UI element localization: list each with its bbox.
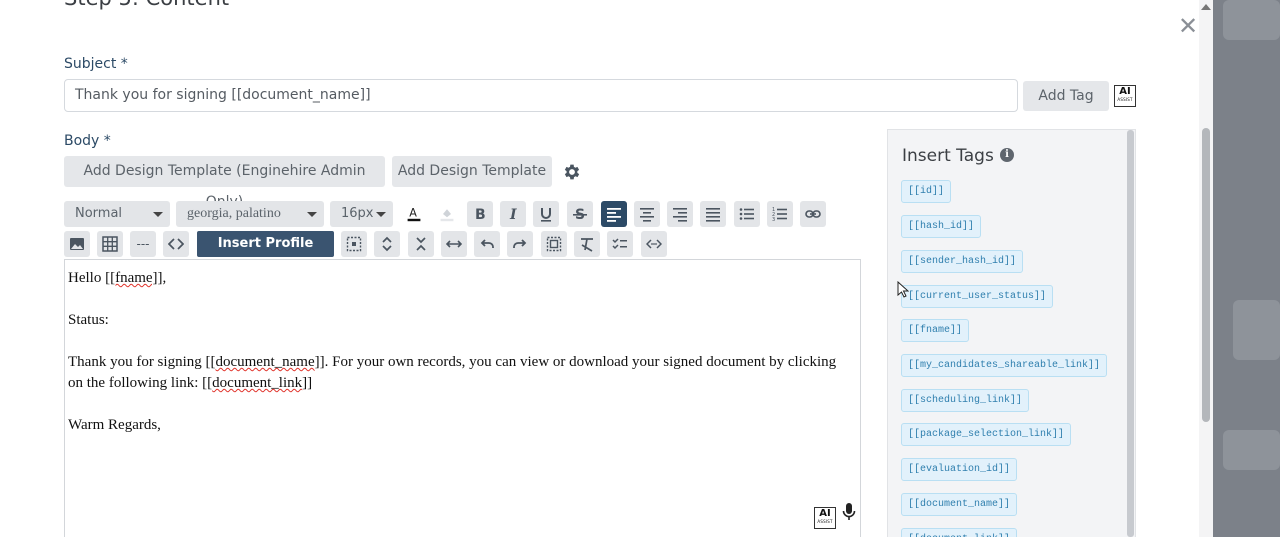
svg-text:A: A [409,206,417,219]
tag-chip-fname[interactable]: [[fname]] [901,319,970,342]
tag-chip-my-candidates-shareable-link[interactable]: [[my_candidates_shareable_link]] [901,354,1108,377]
tag-chip-document-link[interactable]: [[document_link]] [901,528,1018,537]
tag-chip-evaluation-id[interactable]: [[evaluation_id]] [901,458,1018,481]
align-left-button[interactable] [601,201,627,227]
underline-button[interactable] [533,201,559,227]
svg-text:3: 3 [772,217,775,222]
font-select[interactable]: georgia, palatino [176,201,324,227]
expand-vertical-button[interactable] [374,231,400,257]
insert-tags-title: Insert Tags [902,146,994,166]
chevron-down-icon [307,212,317,217]
select-all-button[interactable] [341,231,367,257]
align-justify-button[interactable] [700,201,726,227]
code-view-button[interactable] [163,231,189,257]
tag-chip-document-name[interactable]: [[document_name]] [901,493,1018,516]
redo-button[interactable] [507,231,533,257]
step-title: Step 5: Content [64,0,229,10]
fullscreen-button[interactable] [541,231,567,257]
modal-backdrop [1213,0,1280,537]
ai-assist-body-button[interactable]: AI ASSIST [814,507,836,529]
tag-chip-scheduling-link[interactable]: [[scheduling_link]] [901,389,1030,412]
modal-scrollbar-thumb[interactable] [1202,128,1210,422]
size-select[interactable]: 16px [330,201,393,227]
strikethrough-button[interactable]: S [567,201,593,227]
format-select-value: Normal [75,206,123,221]
add-design-template-admin-button[interactable]: Add Design Template (Enginehire Admin On… [64,156,385,210]
subject-input[interactable]: Thank you for signing [[document_name]] [64,79,1018,112]
svg-text:I: I [509,207,517,222]
gear-icon[interactable] [562,162,582,182]
insert-profile-fields-button[interactable]: Insert Profile Fields [197,231,334,277]
ai-assist-subject-button[interactable]: AI ASSIST [1114,85,1136,107]
info-icon[interactable]: i [1000,148,1014,162]
collapse-vertical-button[interactable] [408,231,434,257]
source-code-button[interactable] [641,231,667,257]
bold-button[interactable]: B [467,201,493,227]
chevron-down-icon [153,212,163,217]
checklist-button[interactable] [607,231,633,257]
editor-line-greeting: Hello [[fname]], [68,270,167,286]
italic-button[interactable]: I [500,201,526,227]
link-button[interactable] [800,201,826,227]
editor-line-status: Status: [68,312,109,328]
bullet-list-button[interactable] [734,201,760,227]
body-editor[interactable]: Hello [[fname]], Status: Thank you for s… [64,259,861,537]
tags-panel-scrollbar[interactable] [1127,130,1134,537]
horizontal-rule-button[interactable]: --- [130,231,156,257]
tag-chip-current-user-status[interactable]: [[current_user_status]] [901,285,1054,308]
chevron-down-icon [376,212,386,217]
align-center-button[interactable] [634,201,660,227]
body-label: Body * [64,133,111,149]
close-icon[interactable]: ✕ [1178,14,1198,38]
table-button[interactable] [97,231,123,257]
microphone-icon[interactable] [842,503,856,521]
font-select-value: georgia, palatino [187,206,281,221]
undo-button[interactable] [474,231,500,257]
tag-chip-id[interactable]: [[id]] [901,180,952,203]
ai-assist-label: AI [1119,86,1131,97]
image-button[interactable] [64,231,90,257]
svg-text:B: B [475,207,486,222]
align-right-button[interactable] [667,201,693,227]
editor-line-closing: Warm Regards, [68,417,161,433]
editor-line-thanks: Thank you for signing [[document_name]].… [68,354,837,370]
numbered-list-button[interactable]: 123 [767,201,793,227]
background-color-button[interactable] [434,201,460,227]
modal-dialog: Step 5: Content ✕ Subject * Thank you fo… [0,0,1213,537]
tag-chip-hash-id[interactable]: [[hash_id]] [901,215,982,238]
add-tag-button[interactable]: Add Tag [1023,81,1109,111]
editor-line-link: on the following link: [[document_link]] [68,375,313,391]
subject-label: Subject * [64,56,128,72]
ai-assist-sub: ASSIST [817,519,833,524]
text-color-button[interactable]: A [401,201,427,227]
tag-chip-sender-hash-id[interactable]: [[sender_hash_id]] [901,250,1024,273]
ai-assist-sub: ASSIST [1117,97,1133,102]
mouse-cursor-icon [897,280,910,299]
add-design-template-button[interactable]: Add Design Template [392,156,552,187]
tag-chip-package-selection-link[interactable]: [[package_selection_link]] [901,423,1072,446]
document-name-token: document_name [215,354,315,370]
insert-tags-panel: Insert Tags i [[id]] [[hash_id]] [[sende… [887,129,1136,537]
document-link-token: document_link [212,375,303,391]
scroll-up-arrow-icon[interactable] [1201,4,1211,10]
format-select[interactable]: Normal [64,201,170,227]
ai-assist-label: AI [819,508,831,519]
size-select-value: 16px [341,206,374,221]
fname-token: [[fname]] [105,270,163,286]
expand-horizontal-button[interactable] [441,231,467,257]
clear-format-button[interactable] [574,231,600,257]
